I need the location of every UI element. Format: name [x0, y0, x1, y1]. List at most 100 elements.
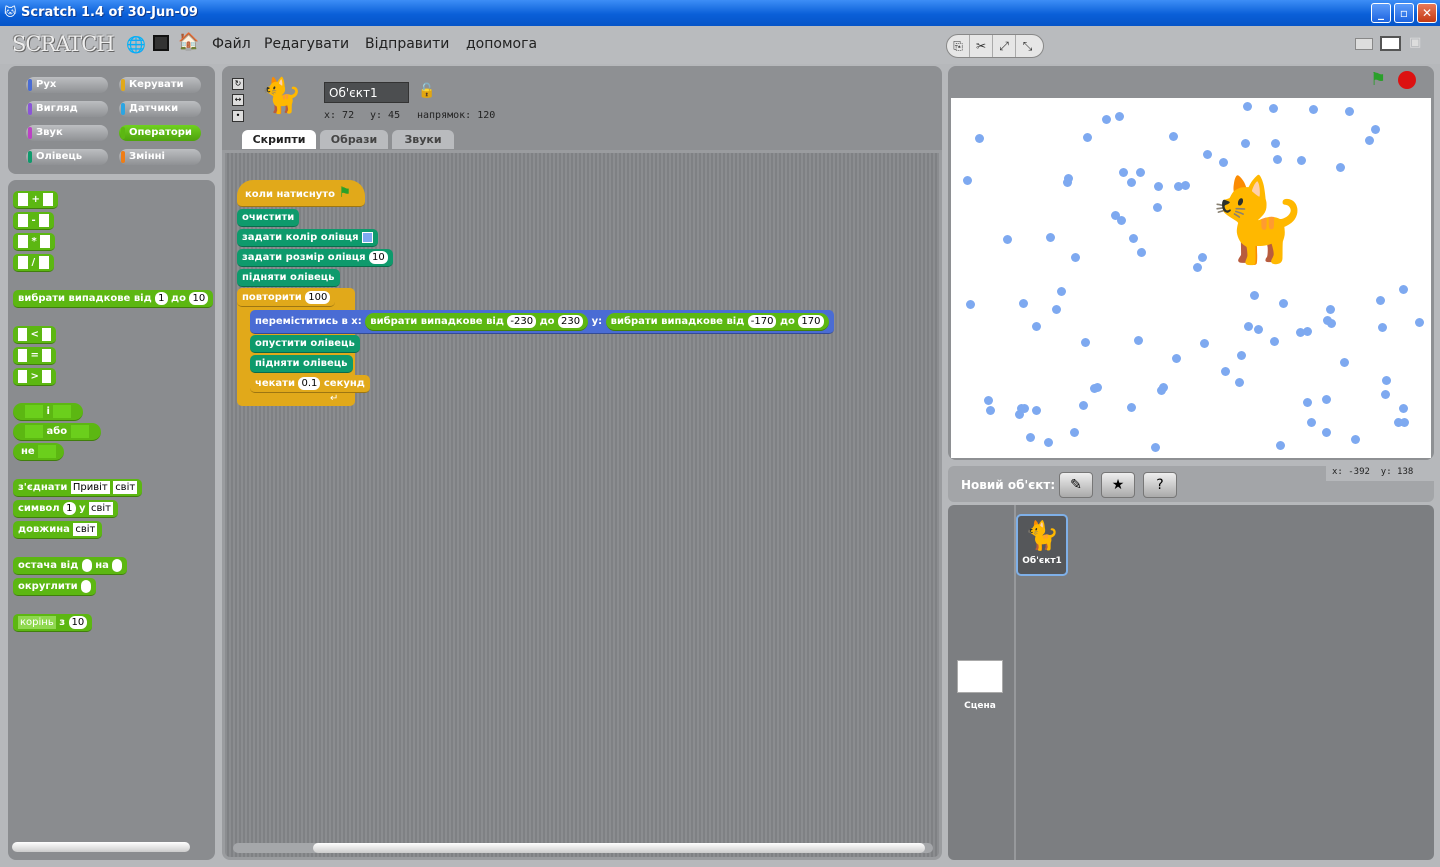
random-to-input[interactable]: 10 [189, 291, 209, 305]
scripts-scrollbar[interactable] [313, 843, 925, 853]
stage-canvas[interactable]: 🐈 [951, 98, 1431, 458]
pen-size-input[interactable]: 10 [369, 250, 388, 264]
minimize-button[interactable]: _ [1371, 3, 1391, 23]
cat-sprite[interactable]: 🐈 [1206, 180, 1308, 262]
tab-costumes[interactable]: Образи [320, 130, 388, 149]
or-block[interactable]: або [13, 423, 101, 441]
rotate-style-icon[interactable]: ↻ [232, 78, 244, 90]
lock-icon[interactable]: 🔓 [418, 83, 435, 99]
green-flag-icon[interactable]: ⚑ [1370, 69, 1386, 90]
slot[interactable] [42, 369, 52, 383]
tab-sounds[interactable]: Звуки [392, 130, 454, 149]
wait-seconds-input[interactable]: 0.1 [298, 376, 321, 390]
category-operators[interactable]: Оператори [119, 125, 201, 141]
clear-block[interactable]: очистити [237, 209, 300, 227]
slot[interactable] [39, 213, 50, 227]
mod-block[interactable]: остача від на [13, 557, 128, 575]
wait-block[interactable]: чекати 0.1 секунд [250, 375, 370, 393]
slot[interactable] [53, 404, 72, 418]
slot[interactable] [40, 234, 51, 248]
letter-index-input[interactable]: 1 [63, 501, 76, 515]
duplicate-icon[interactable]: ⎘ [947, 35, 970, 57]
category-variables[interactable]: Змінні [119, 149, 201, 165]
slot[interactable] [42, 327, 52, 341]
category-looks[interactable]: Вигляд [26, 101, 108, 117]
slot[interactable] [25, 424, 43, 438]
slot[interactable] [81, 579, 92, 593]
length-block[interactable]: довжина світ [13, 521, 103, 539]
random-x-min-input[interactable]: -230 [507, 314, 537, 328]
random-x-max-input[interactable]: 230 [558, 314, 584, 328]
random-block[interactable]: вибрати випадкове від 1 до 10 [13, 290, 214, 308]
set-pen-color-block[interactable]: задати колір олівця [237, 229, 378, 247]
function-input[interactable]: 10 [68, 615, 88, 629]
menu-edit[interactable]: Редагувати [264, 36, 349, 52]
flip-style-icon[interactable]: ↔ [232, 94, 244, 106]
globe-icon[interactable]: 🌐 [126, 35, 146, 54]
category-sound[interactable]: Звук [26, 125, 108, 141]
slot[interactable] [70, 424, 89, 438]
normal-stage-icon[interactable] [1380, 36, 1401, 51]
random-sprite-button[interactable]: ? [1143, 472, 1177, 498]
letter-block[interactable]: символ 1 у світ [13, 500, 118, 518]
grow-icon[interactable]: ⤢ [993, 35, 1016, 57]
set-pen-size-block[interactable]: задати розмір олівця 10 [237, 249, 393, 267]
shrink-icon[interactable]: ⤡ [1016, 35, 1039, 57]
letter-string-input[interactable]: світ [89, 501, 113, 515]
share-home-icon[interactable]: 🏠 [178, 32, 199, 52]
and-block[interactable]: і [13, 403, 84, 421]
slot[interactable] [18, 327, 27, 341]
random-y-reporter[interactable]: вибрати випадкове від -170 до 170 [605, 313, 829, 331]
function-dropdown[interactable]: корінь [18, 615, 56, 629]
divide-block[interactable]: / [13, 254, 54, 272]
stage-thumbnail[interactable] [957, 660, 1003, 693]
maximize-button[interactable]: ▫ [1394, 3, 1414, 23]
palette-scrollbar[interactable] [12, 842, 190, 852]
small-stage-icon[interactable] [1355, 38, 1373, 50]
repeat-block[interactable]: повторити 100 [237, 289, 336, 307]
no-rotate-icon[interactable]: • [232, 110, 244, 122]
tab-scripts[interactable]: Скрипти [242, 130, 316, 149]
close-button[interactable]: ✕ [1417, 3, 1437, 23]
stop-icon[interactable] [1398, 71, 1416, 89]
presentation-mode-icon[interactable]: ▣ [1409, 35, 1421, 50]
save-icon[interactable] [153, 35, 169, 51]
cut-icon[interactable]: ✂ [970, 35, 993, 57]
goto-xy-block[interactable]: переміститись в x: вибрати випадкове від… [250, 310, 834, 334]
slot[interactable] [18, 192, 28, 206]
pen-color-swatch[interactable] [361, 231, 373, 243]
slot[interactable] [25, 404, 43, 418]
pen-up-block[interactable]: підняти олівець [237, 269, 340, 287]
when-flag-clicked-block[interactable]: коли натиснуто ⚑ [237, 180, 365, 207]
sprite-thumb-object1[interactable]: 🐈 Об'єкт1 [1016, 514, 1068, 576]
subtract-block[interactable]: - [13, 212, 55, 230]
join-input-a[interactable]: Привіт [70, 480, 110, 494]
slot[interactable] [38, 255, 49, 269]
slot[interactable] [18, 348, 27, 362]
category-control[interactable]: Керувати [119, 77, 201, 93]
menu-share[interactable]: Відправити [365, 36, 449, 52]
slot[interactable] [18, 369, 27, 383]
random-x-reporter[interactable]: вибрати випадкове від -230 до 230 [365, 313, 589, 331]
menu-help[interactable]: допомога [466, 36, 537, 52]
menu-file[interactable]: Файл [212, 36, 251, 52]
slot[interactable] [38, 444, 57, 458]
sprite-name-field[interactable]: Об'єкт1 [324, 82, 409, 103]
repeat-count-input[interactable]: 100 [305, 290, 331, 304]
slot[interactable] [18, 255, 28, 269]
pen-up-block-2[interactable]: підняти олівець [250, 355, 353, 373]
slot[interactable] [18, 213, 28, 227]
slot[interactable] [18, 234, 28, 248]
category-motion[interactable]: Рух [26, 77, 108, 93]
pen-down-block[interactable]: опустити олівець [250, 335, 360, 353]
slot[interactable] [42, 348, 52, 362]
slot[interactable] [81, 558, 92, 572]
length-input[interactable]: світ [73, 522, 98, 536]
math-function-block[interactable]: корінь з 10 [13, 614, 93, 632]
random-y-min-input[interactable]: -170 [747, 314, 777, 328]
add-block[interactable]: + [13, 191, 59, 209]
category-sensing[interactable]: Датчики [119, 101, 201, 117]
round-block[interactable]: округлити [13, 578, 97, 596]
category-pen[interactable]: Олівець [26, 149, 108, 165]
multiply-block[interactable]: * [13, 233, 56, 251]
